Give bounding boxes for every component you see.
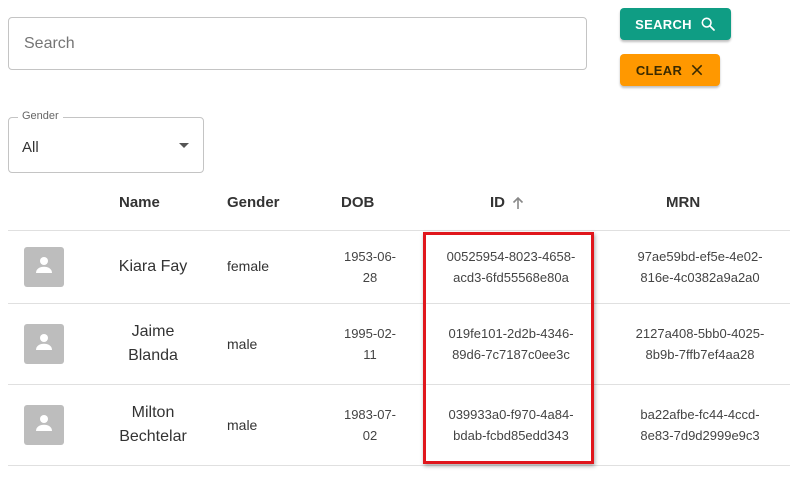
patient-mrn: ba22afbe-fc44-4ccd- 8e83-7d9d2999e9c3 — [616, 404, 784, 446]
patient-dob: 1995-02- 11 — [335, 323, 405, 365]
table-row[interactable]: Milton Bechtelar male 1983-07- 02 039933… — [8, 385, 790, 466]
person-icon — [32, 253, 56, 282]
patient-mrn-line: 8e83-7d9d2999e9c3 — [640, 428, 760, 443]
gender-select-value: All — [22, 139, 39, 156]
column-header-id[interactable]: ID — [490, 194, 524, 211]
patient-mrn-line: ba22afbe-fc44-4ccd- — [640, 407, 760, 422]
patient-dob-line: 1953-06- — [343, 249, 397, 264]
patient-mrn: 97ae59bd-ef5e-4e02- 816e-4c0382a9a2a0 — [616, 246, 784, 288]
patient-dob: 1953-06- 28 — [335, 246, 405, 288]
patient-dob-line: 1983-07- — [343, 407, 397, 422]
search-icon — [700, 16, 716, 32]
person-icon — [32, 330, 56, 359]
patient-name-line: Milton — [131, 404, 175, 421]
patient-gender: male — [227, 336, 258, 352]
dropdown-arrow-icon[interactable] — [179, 143, 189, 148]
patient-gender: male — [227, 417, 258, 433]
patient-dob-line: 02 — [362, 428, 378, 443]
patient-mrn: 2127a408-5bb0-4025- 8b9b-7ffb7ef4aa28 — [616, 323, 784, 365]
gender-select-label: Gender — [18, 110, 63, 122]
table-header-row: Name Gender DOB ID MRN — [8, 183, 790, 231]
gender-select[interactable]: Gender All — [8, 110, 204, 173]
patient-mrn-line: 97ae59bd-ef5e-4e02- — [637, 249, 763, 264]
avatar — [24, 324, 64, 364]
search-button-label: SEARCH — [635, 16, 692, 32]
patient-dob-line: 1995-02- — [343, 326, 397, 341]
avatar — [24, 247, 64, 287]
table-row[interactable]: Jaime Blanda male 1995-02- 11 019fe101-2… — [8, 304, 790, 385]
patient-name: Milton Bechtelar — [107, 401, 199, 449]
column-header-mrn[interactable]: MRN — [666, 194, 700, 211]
patient-dob: 1983-07- 02 — [335, 404, 405, 446]
patient-name-line: Blanda — [128, 347, 178, 364]
table-row[interactable]: Kiara Fay female 1953-06- 28 00525954-80… — [8, 231, 790, 304]
column-header-id-label: ID — [490, 194, 505, 211]
patient-mrn-line: 2127a408-5bb0-4025- — [635, 326, 765, 341]
search-input[interactable] — [22, 34, 566, 54]
arrow-up-icon — [512, 196, 524, 210]
patient-name-line: Bechtelar — [119, 428, 187, 445]
clear-button[interactable]: CLEAR — [620, 54, 720, 86]
column-header-dob[interactable]: DOB — [341, 194, 374, 211]
patient-mrn-line: 816e-4c0382a9a2a0 — [640, 270, 760, 285]
patient-mrn-line: 8b9b-7ffb7ef4aa28 — [645, 347, 755, 362]
patient-name: Jaime Blanda — [107, 320, 199, 368]
close-icon — [690, 63, 704, 77]
patient-name-line: Kiara Fay — [118, 258, 188, 275]
person-icon — [32, 411, 56, 440]
patient-name: Kiara Fay — [107, 255, 199, 279]
avatar — [24, 405, 64, 445]
id-column-highlight — [423, 232, 594, 464]
patient-name-line: Jaime — [131, 323, 175, 340]
search-field[interactable] — [8, 17, 587, 70]
clear-button-label: CLEAR — [635, 62, 683, 78]
column-header-name[interactable]: Name — [119, 194, 160, 211]
column-header-gender[interactable]: Gender — [227, 194, 280, 211]
search-button[interactable]: SEARCH — [620, 8, 731, 40]
patient-dob-line: 28 — [362, 270, 378, 285]
patient-gender: female — [227, 258, 270, 274]
patient-dob-line: 11 — [363, 347, 377, 362]
